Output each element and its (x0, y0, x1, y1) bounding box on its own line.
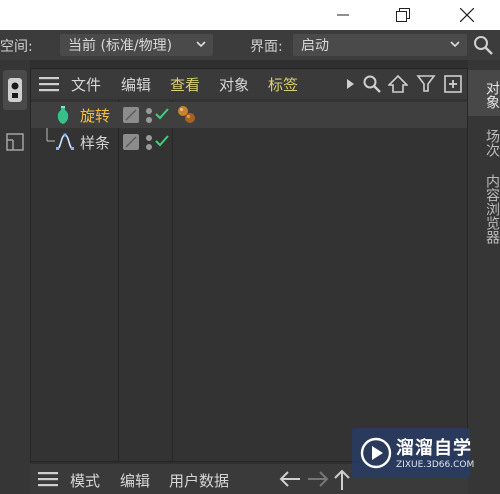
enabled-check-icon[interactable] (154, 106, 170, 122)
menu-tags[interactable]: 标签 (268, 74, 298, 95)
layout-dropdown-value: 启动 (301, 38, 329, 54)
layer-toggle[interactable] (123, 134, 139, 150)
restore-icon (396, 8, 410, 22)
watermark-url: ZIXUE.3D66.COM (396, 460, 475, 470)
more-arrow-button[interactable] (339, 73, 361, 95)
enabled-check-icon[interactable] (154, 133, 170, 149)
menu-view[interactable]: 查看 (170, 74, 200, 95)
arrow-left-icon[interactable] (278, 470, 302, 488)
object-row-lathe[interactable]: 旋转 (31, 102, 467, 128)
restore-button[interactable] (380, 0, 426, 30)
search-objects-button[interactable] (361, 73, 383, 95)
watermark-logo: 溜溜自学 ZIXUE.3D66.COM (352, 428, 474, 478)
slash-icon (125, 136, 137, 148)
object-manager-panel: 文件 编辑 查看 对象 标签 旋转 样条 (30, 68, 468, 462)
left-panel-strip (0, 60, 30, 494)
menu-object[interactable]: 对象 (219, 74, 249, 95)
hamburger-menu-icon[interactable] (39, 76, 59, 92)
menu-file[interactable]: 文件 (71, 74, 101, 95)
filter-icon (416, 75, 436, 92)
layers-toggle[interactable] (3, 122, 27, 162)
layout-dropdown[interactable]: 启动 (293, 34, 467, 56)
arrow-up-icon[interactable] (333, 468, 351, 492)
arrow-right-icon[interactable] (306, 470, 330, 488)
menu-edit-attributes[interactable]: 编辑 (120, 470, 150, 491)
object-tree: 旋转 样条 (31, 100, 467, 461)
minimize-button[interactable] (320, 0, 366, 30)
tab-takes[interactable]: 场次 (468, 122, 500, 162)
filter-button[interactable] (415, 73, 437, 95)
hamburger-menu-icon[interactable] (38, 471, 58, 487)
objects-manager-toggle[interactable] (3, 70, 27, 110)
object-row-spline[interactable]: 样条 (31, 129, 467, 155)
play-right-icon (347, 79, 354, 89)
space-dropdown[interactable]: 当前 (标准/物理) (60, 34, 213, 56)
visibility-dots-icon[interactable] (144, 107, 154, 125)
new-window-button[interactable] (442, 73, 464, 95)
layout-label: 界面: (250, 39, 283, 55)
objects-manager-icon (8, 78, 22, 102)
tag-phong-icon[interactable] (176, 104, 198, 126)
watermark-play-icon (360, 437, 392, 469)
slash-icon (125, 109, 137, 121)
menu-user-data[interactable]: 用户数据 (169, 470, 229, 491)
space-dropdown-value: 当前 (标准/物理) (68, 38, 173, 54)
window-title-bar (0, 0, 500, 30)
layer-toggle[interactable] (123, 107, 139, 123)
home-icon (388, 74, 408, 93)
object-name[interactable]: 样条 (80, 132, 110, 153)
chevron-down-icon (196, 41, 206, 48)
object-name[interactable]: 旋转 (80, 105, 110, 126)
menu-edit[interactable]: 编辑 (121, 74, 151, 95)
add-panel-icon (444, 75, 462, 93)
close-icon (460, 8, 474, 22)
search-icon (363, 75, 381, 93)
lathe-object-icon (57, 106, 69, 124)
visibility-dots-icon[interactable] (144, 134, 154, 152)
minimize-icon (337, 14, 349, 16)
close-button[interactable] (444, 0, 490, 30)
home-button[interactable] (387, 73, 409, 95)
space-label: 空间: (0, 39, 33, 55)
layout-toolbar: 空间: 当前 (标准/物理) 界面: 启动 (0, 30, 500, 60)
layers-icon (6, 133, 24, 151)
object-manager-menubar: 文件 编辑 查看 对象 标签 (31, 69, 467, 99)
search-icon[interactable] (472, 34, 496, 56)
tab-content-browser[interactable]: 内容浏览器 (468, 168, 500, 248)
chevron-down-icon (450, 41, 460, 48)
menu-mode[interactable]: 模式 (70, 470, 100, 491)
spline-icon (56, 133, 74, 150)
watermark-title: 溜溜自学 (396, 438, 472, 459)
tab-objects[interactable]: 对象 (468, 70, 500, 116)
right-tab-strip: 对象 场次 内容浏览器 (468, 60, 500, 494)
